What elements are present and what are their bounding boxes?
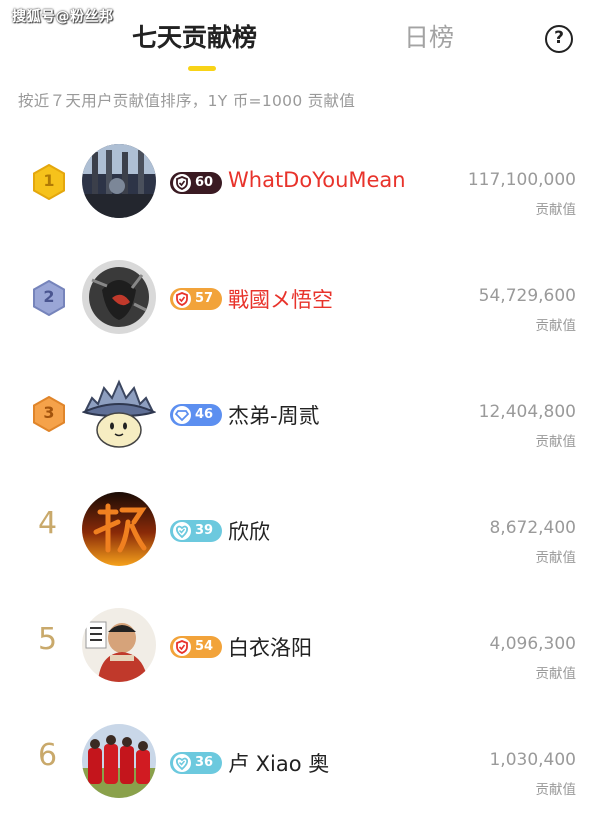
- tab-daily-ranking[interactable]: 日榜: [404, 18, 454, 54]
- level-number: 39: [195, 523, 214, 538]
- contribution-score: 1,030,400: [489, 750, 576, 770]
- rank-number: 4: [38, 506, 58, 541]
- level-badge: 36: [170, 752, 222, 774]
- gold-rank-badge-icon: 1: [32, 164, 66, 200]
- rank-number: 2: [43, 287, 55, 306]
- user-name[interactable]: 戰國メ悟空: [228, 284, 333, 314]
- list-item[interactable]: 5 54 白衣洛阳 4,096,300 贡献值: [0, 592, 593, 708]
- avatar[interactable]: [82, 144, 156, 218]
- level-number: 57: [195, 291, 214, 306]
- rank-number: 6: [38, 738, 58, 773]
- help-icon[interactable]: ?: [545, 25, 573, 53]
- rank-number: 1: [43, 171, 55, 190]
- shield-icon: [173, 290, 191, 308]
- contribution-label: 贡献值: [535, 782, 577, 798]
- avatar[interactable]: [82, 724, 156, 798]
- diamond-icon: [173, 406, 191, 424]
- tab-weekly-ranking[interactable]: 七天贡献榜: [132, 18, 257, 54]
- avatar[interactable]: [82, 608, 156, 682]
- contribution-label: 贡献值: [535, 202, 577, 218]
- user-name[interactable]: 白衣洛阳: [228, 632, 312, 662]
- tab-bar: 七天贡献榜 日榜 ?: [0, 0, 593, 80]
- check-heart-icon: [173, 522, 191, 540]
- contribution-score: 4,096,300: [489, 634, 576, 654]
- check-heart-icon: [173, 754, 191, 772]
- user-name[interactable]: 欣欣: [228, 516, 270, 546]
- contribution-label: 贡献值: [535, 550, 577, 566]
- bronze-rank-badge-icon: 3: [32, 396, 66, 432]
- contribution-label: 贡献值: [535, 434, 577, 450]
- contribution-label: 贡献值: [535, 666, 577, 682]
- avatar[interactable]: [82, 260, 156, 334]
- list-item[interactable]: 3 46 杰弟-周贰 12,404,800 贡献值: [0, 360, 593, 476]
- ranking-description: 按近７天用户贡献值排序，1Y 币=1000 贡献值: [18, 92, 356, 110]
- ranking-list: 1 60 WhatDoYouMean 117,100,000 贡献值 2 57 …: [0, 128, 593, 824]
- rank-number: 3: [43, 403, 55, 422]
- level-badge: 57: [170, 288, 222, 310]
- silver-rank-badge-icon: 2: [32, 280, 66, 316]
- user-name[interactable]: 卢 Xiao 奥: [228, 748, 329, 778]
- level-badge: 54: [170, 636, 222, 658]
- user-name[interactable]: 杰弟-周贰: [228, 400, 320, 430]
- list-item[interactable]: 1 60 WhatDoYouMean 117,100,000 贡献值: [0, 128, 593, 244]
- avatar[interactable]: [82, 492, 156, 566]
- level-badge: 46: [170, 404, 222, 426]
- contribution-label: 贡献值: [535, 318, 577, 334]
- shield-icon: [173, 174, 191, 192]
- list-item[interactable]: 4 39 欣欣 8,672,400 贡献值: [0, 476, 593, 592]
- contribution-score: 54,729,600: [478, 286, 576, 306]
- contribution-score: 8,672,400: [489, 518, 576, 538]
- avatar[interactable]: [82, 376, 156, 450]
- level-number: 60: [195, 175, 214, 190]
- contribution-score: 117,100,000: [467, 170, 576, 190]
- shield-icon: [173, 638, 191, 656]
- level-badge: 60: [170, 172, 222, 194]
- list-item[interactable]: 6 36 卢 Xiao 奥 1,030,400 贡献值: [0, 708, 593, 824]
- list-item[interactable]: 2 57 戰國メ悟空 54,729,600 贡献值: [0, 244, 593, 360]
- level-number: 46: [195, 407, 214, 422]
- contribution-score: 12,404,800: [478, 402, 576, 422]
- level-number: 54: [195, 639, 214, 654]
- active-tab-indicator: [188, 66, 216, 71]
- rank-number: 5: [38, 622, 58, 657]
- level-badge: 39: [170, 520, 222, 542]
- user-name[interactable]: WhatDoYouMean: [228, 168, 406, 192]
- level-number: 36: [195, 755, 214, 770]
